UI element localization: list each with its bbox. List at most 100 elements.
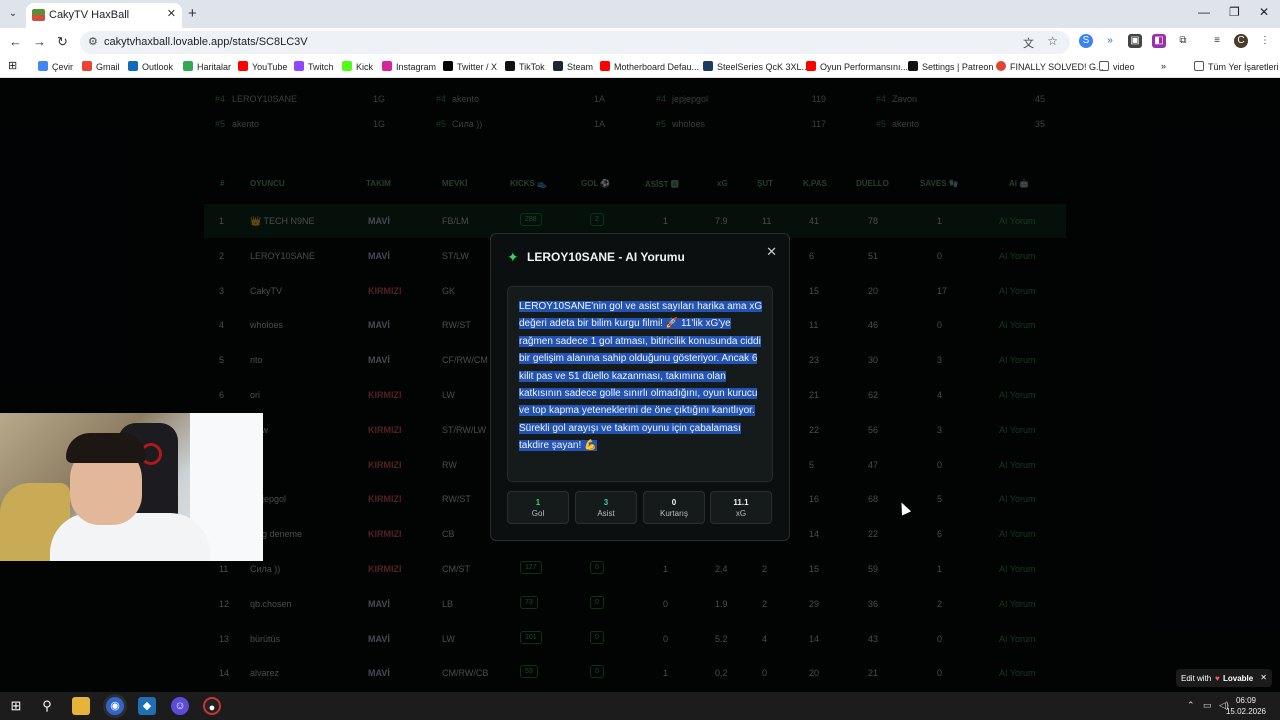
site-favicon-icon <box>32 9 45 21</box>
bookmarks-bar: ⊞ Çevir Gmail Outlook Haritalar YouTube … <box>0 56 1280 78</box>
stat-card-xg: 11.1 xG <box>710 491 772 524</box>
clock[interactable]: 06:09 15.02.2026 <box>1226 695 1266 717</box>
tab-search-icon[interactable]: ⌄ <box>5 6 21 22</box>
close-icon[interactable]: ✕ <box>766 244 777 260</box>
minimize-icon[interactable]: — <box>1198 5 1210 19</box>
network-icon[interactable]: ▭ <box>1203 700 1212 711</box>
steam-icon <box>553 61 563 71</box>
bookmark-item[interactable]: YouTube <box>238 61 287 72</box>
x-icon <box>443 61 453 71</box>
analysis-box: LEROY10SANE'nin gol ve asist sayıları ha… <box>507 286 773 482</box>
instagram-icon <box>382 61 392 71</box>
bookmark-item[interactable]: Gmail <box>82 61 120 72</box>
all-bookmarks[interactable]: Tüm Yer İşaretleri <box>1194 61 1279 72</box>
stat-card-gol: 1 Gol <box>507 491 569 524</box>
bookmark-item[interactable]: Motherboard Defau... <box>600 61 699 72</box>
stat-card-kurtaris: 0 Kurtarış <box>643 491 705 524</box>
app-icon[interactable]: ◆ <box>138 697 156 715</box>
url-text[interactable]: cakytvhaxball.lovable.app/stats/SC8LC3V <box>104 36 308 48</box>
bookmark-item[interactable]: SteelSeries QcK 3XL... <box>703 61 809 72</box>
search-icon[interactable]: ⚲ <box>38 697 56 715</box>
stat-value: 0 <box>671 498 677 507</box>
tiktok-icon <box>505 61 515 71</box>
sparkle-icon: ✦ <box>507 249 519 265</box>
stat-label: Asist <box>597 509 615 518</box>
webcam-overlay <box>0 413 263 561</box>
bookmark-item[interactable]: Settings | Patreon <box>908 61 993 72</box>
discord-icon[interactable]: ☺ <box>171 697 189 715</box>
extension-icon[interactable]: ▣ <box>1128 34 1142 48</box>
obs-icon[interactable]: ● <box>203 697 221 715</box>
gmail-icon <box>82 61 92 71</box>
youtube-icon <box>806 61 816 71</box>
patreon-icon <box>908 61 918 71</box>
menu-kebab-icon[interactable]: ⋮ <box>1258 34 1272 48</box>
youtube-icon <box>238 61 248 71</box>
folder-icon <box>1099 61 1109 71</box>
lovable-badge[interactable]: Edit with ♥ Lovable ✕ <box>1176 669 1272 687</box>
bookmark-item[interactable]: Instagram <box>382 61 436 72</box>
tab-title: CakyTV HaxBall <box>49 9 130 21</box>
bookmark-item[interactable]: Çevir <box>38 61 73 72</box>
extension-icon[interactable]: ◧ <box>1152 34 1166 48</box>
browser-toolbar: ← → ↻ ⚙ cakytvhaxball.lovable.app/stats/… <box>0 28 1280 56</box>
tray-chevron-icon[interactable]: ⌃ <box>1187 700 1195 711</box>
tab-bar: ⌄ CakyTV HaxBall ✕ + — ❐ ✕ <box>0 0 1280 28</box>
restore-icon[interactable]: ❐ <box>1229 5 1240 19</box>
stats-page: #4LEROY10SANE1G#4akento1A#4jepjepgol119#… <box>0 79 1280 692</box>
bookmark-item[interactable]: Kick <box>342 61 373 72</box>
stat-value: 11.1 <box>733 498 749 507</box>
stat-value: 1 <box>535 498 541 507</box>
bookmark-folder[interactable]: video <box>1099 61 1135 72</box>
bookmark-item[interactable]: Twitch <box>294 61 334 72</box>
bookmark-item[interactable]: Haritalar <box>183 61 231 72</box>
back-icon[interactable]: ← <box>9 34 22 49</box>
outlook-icon <box>128 61 138 71</box>
stat-value: 3 <box>603 498 609 507</box>
kick-icon <box>342 61 352 71</box>
apps-grid-icon[interactable]: ⊞ <box>8 59 17 72</box>
bookmark-item[interactable]: Twitter / X <box>443 61 497 72</box>
new-tab-icon[interactable]: + <box>188 5 197 22</box>
bookmark-item[interactable]: Outlook <box>128 61 173 72</box>
bookmark-item[interactable]: TikTok <box>505 61 545 72</box>
address-bar[interactable]: ⚙ cakytvhaxball.lovable.app/stats/SC8LC3… <box>80 31 1070 54</box>
extensions-puzzle-icon[interactable]: ⧉ <box>1176 34 1190 48</box>
start-windows-icon[interactable]: ⊞ <box>7 697 25 715</box>
file-explorer-icon[interactable] <box>72 697 90 715</box>
window-close-icon[interactable]: ✕ <box>1259 5 1269 19</box>
stat-card-asist: 3 Asist <box>575 491 637 524</box>
steelseries-icon <box>703 61 713 71</box>
translate-icon[interactable]: 文 <box>1023 35 1034 51</box>
site-info-icon[interactable]: ⚙ <box>88 35 98 48</box>
ai-comment-modal: ✦ LEROY10SANE - AI Yorumu ✕ LEROY10SANE'… <box>490 233 790 541</box>
twitch-icon <box>294 61 304 71</box>
folder-icon <box>1194 61 1204 71</box>
close-icon[interactable]: ✕ <box>1260 673 1267 682</box>
reload-icon[interactable]: ↻ <box>57 34 68 50</box>
bookmark-item[interactable]: FINALLY SOLVED! G... <box>996 61 1104 72</box>
windows-taskbar: ⊞ ⚲ ◉ ◆ ☺ ● ⌃ ▭ ◁) 06:09 15.02.2026 <box>0 692 1280 720</box>
more-bookmarks-icon[interactable]: » <box>1161 61 1166 71</box>
browser-tab[interactable]: CakyTV HaxBall ✕ <box>26 3 182 28</box>
forward-icon[interactable]: → <box>33 34 46 49</box>
reading-list-icon[interactable]: ≡ <box>1210 34 1224 48</box>
lovable-heart-icon: ♥ <box>1215 674 1220 683</box>
stat-label: Kurtarış <box>659 509 688 518</box>
extension-icon[interactable]: S <box>1079 34 1093 48</box>
analysis-text: LEROY10SANE'nin gol ve asist sayıları ha… <box>519 301 763 452</box>
translate-icon <box>38 61 48 71</box>
youtube-icon <box>600 61 610 71</box>
maps-pin-icon <box>183 61 193 71</box>
tab-close-icon[interactable]: ✕ <box>167 7 176 20</box>
profile-avatar-icon[interactable]: C <box>1234 34 1248 48</box>
bookmark-star-icon[interactable]: ☆ <box>1047 34 1058 48</box>
bookmark-item[interactable]: Steam <box>553 61 593 72</box>
stat-label: Gol <box>531 509 545 518</box>
chrome-icon[interactable]: ◉ <box>106 697 124 715</box>
stat-label: xG <box>735 509 747 518</box>
extension-icon[interactable]: » <box>1103 34 1117 48</box>
site-icon <box>996 61 1006 71</box>
bookmark-item[interactable]: Oyun Performansını... <box>806 61 908 72</box>
modal-title: LEROY10SANE - AI Yorumu <box>527 250 685 264</box>
